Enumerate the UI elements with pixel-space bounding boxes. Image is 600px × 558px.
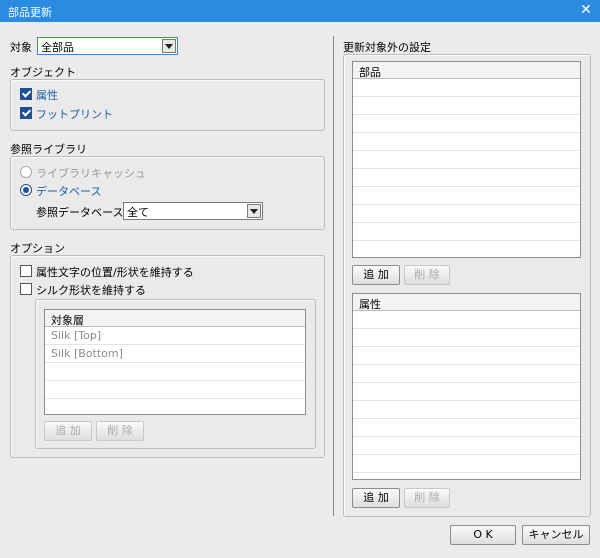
parts-header-label: 部品 <box>359 66 381 79</box>
attributes-delete-button[interactable]: 削 除 <box>404 488 450 508</box>
table-row[interactable]: Silk [Top] <box>45 327 305 345</box>
table-row[interactable] <box>353 169 580 187</box>
attribute-checkbox[interactable] <box>20 88 32 100</box>
dialog-window: 部品更新 ✕ 対象 全部品 オブジェクト 属性 フットプリント 参照ライブラリ … <box>0 0 600 558</box>
table-row[interactable] <box>353 365 580 383</box>
table-row[interactable] <box>353 79 580 97</box>
table-row[interactable] <box>353 401 580 419</box>
library-group-title: 参照ライブラリ <box>10 143 87 156</box>
table-row[interactable] <box>353 97 580 115</box>
attribute-label: 属性 <box>36 89 58 102</box>
table-row[interactable] <box>353 437 580 455</box>
window-title: 部品更新 <box>8 6 52 19</box>
chevron-down-icon[interactable] <box>247 204 261 218</box>
parts-add-button[interactable]: 追 加 <box>352 265 400 285</box>
table-row[interactable] <box>353 223 580 241</box>
attributes-add-button[interactable]: 追 加 <box>352 488 400 508</box>
exclusion-title: 更新対象外の設定 <box>343 41 431 54</box>
table-row[interactable] <box>353 455 580 473</box>
vertical-separator <box>333 36 334 516</box>
attributes-table-header: 属性 <box>353 294 580 311</box>
parts-delete-button[interactable]: 削 除 <box>404 265 450 285</box>
keep-silk-checkbox[interactable] <box>20 283 32 295</box>
target-label: 対象 <box>10 41 32 54</box>
database-label: データベース <box>36 185 102 198</box>
ref-database-label: 参照データベース <box>36 206 124 219</box>
target-value: 全部品 <box>41 41 74 54</box>
target-combo[interactable]: 全部品 <box>37 37 178 55</box>
library-cache-label: ライブラリキャッシュ <box>36 167 146 180</box>
table-row[interactable]: Silk [Bottom] <box>45 345 305 363</box>
ref-database-combo[interactable]: 全て <box>123 202 263 220</box>
parts-table-header: 部品 <box>353 62 580 79</box>
table-row[interactable] <box>45 381 305 399</box>
close-icon[interactable]: ✕ <box>578 2 594 18</box>
table-row[interactable] <box>353 419 580 437</box>
database-radio[interactable] <box>20 184 32 196</box>
layer-delete-button[interactable]: 削 除 <box>96 421 144 441</box>
layer-header-label: 対象層 <box>51 314 84 327</box>
table-row[interactable] <box>353 205 580 223</box>
table-row[interactable] <box>353 311 580 329</box>
table-row[interactable] <box>353 151 580 169</box>
option-group-title: オプション <box>10 242 65 255</box>
ref-database-value: 全て <box>127 206 149 219</box>
title-bar[interactable]: 部品更新 ✕ <box>0 0 600 22</box>
table-row[interactable] <box>353 383 580 401</box>
table-row[interactable] <box>353 347 580 365</box>
layer-table: 対象層 Silk [Top] Silk [Bottom] <box>44 309 306 415</box>
object-group-title: オブジェクト <box>10 66 76 79</box>
table-row[interactable] <box>353 187 580 205</box>
parts-table: 部品 <box>352 61 581 258</box>
layer-add-button[interactable]: 追 加 <box>44 421 92 441</box>
footprint-label: フットプリント <box>36 108 113 121</box>
attributes-header-label: 属性 <box>359 298 381 311</box>
layer-table-header: 対象層 <box>45 310 305 327</box>
table-row[interactable] <box>353 115 580 133</box>
keep-attr-text-checkbox[interactable] <box>20 265 32 277</box>
keep-silk-label: シルク形状を維持する <box>36 284 146 297</box>
table-row[interactable] <box>353 133 580 151</box>
footprint-checkbox[interactable] <box>20 107 32 119</box>
cancel-button[interactable]: キャンセル <box>522 525 590 545</box>
chevron-down-icon[interactable] <box>162 39 176 53</box>
keep-attr-text-label: 属性文字の位置/形状を維持する <box>36 266 194 279</box>
layer-row-label: Silk [Bottom] <box>51 347 123 360</box>
library-cache-radio[interactable] <box>20 166 32 178</box>
table-row[interactable] <box>45 363 305 381</box>
table-row[interactable] <box>353 329 580 347</box>
table-row[interactable] <box>353 241 580 257</box>
ok-button[interactable]: O K <box>450 525 516 545</box>
layer-row-label: Silk [Top] <box>51 329 102 342</box>
attributes-table: 属性 <box>352 293 581 480</box>
